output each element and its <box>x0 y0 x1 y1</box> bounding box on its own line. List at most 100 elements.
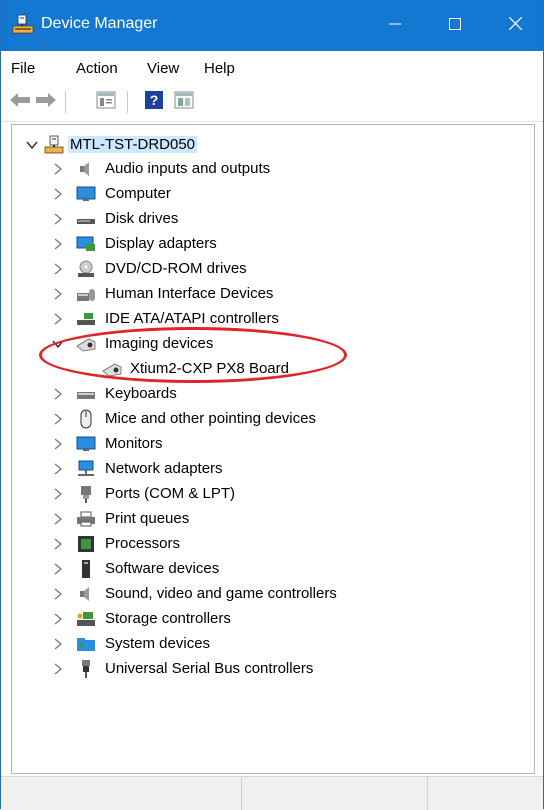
tree-item-label: Processors <box>105 535 181 552</box>
chevron-right-icon[interactable] <box>50 311 66 327</box>
tree-item-display-adapters[interactable]: Display adapters <box>12 232 534 256</box>
camera-icon <box>102 359 122 379</box>
status-segment <box>242 777 428 810</box>
device-tree[interactable]: MTL-TST-DRD050 Audio inputs and outputs … <box>11 124 535 774</box>
tree-item-label: Imaging devices <box>105 335 214 352</box>
forward-arrow-icon <box>35 92 57 112</box>
tree-root-label[interactable]: MTL-TST-DRD050 <box>68 136 198 153</box>
speaker-icon <box>76 159 96 179</box>
tree-item-computer[interactable]: Computer <box>12 182 534 206</box>
chevron-right-icon[interactable] <box>50 286 66 302</box>
help-icon: ? <box>144 90 164 114</box>
menu-help[interactable]: Help <box>204 60 235 77</box>
tree-item-usb-controllers[interactable]: Universal Serial Bus controllers <box>12 657 534 681</box>
device-manager-window: Device Manager File Action View Help ? M… <box>0 0 544 810</box>
toolbar: ? <box>1 85 543 122</box>
status-bar <box>1 776 543 810</box>
tree-item-ports[interactable]: Ports (COM & LPT) <box>12 482 534 506</box>
help-button[interactable]: ? <box>141 89 167 115</box>
port-icon <box>76 484 96 504</box>
status-segment <box>1 777 242 810</box>
toolbar-separator <box>65 91 66 113</box>
chevron-right-icon[interactable] <box>50 261 66 277</box>
menu-view[interactable]: View <box>147 60 179 77</box>
network-icon <box>76 459 96 479</box>
disk-drive-icon <box>76 209 96 229</box>
ide-controller-icon <box>76 309 96 329</box>
chevron-right-icon[interactable] <box>50 486 66 502</box>
chevron-right-icon[interactable] <box>50 511 66 527</box>
tree-item-monitors[interactable]: Monitors <box>12 432 534 456</box>
tree-item-label: Audio inputs and outputs <box>105 160 271 177</box>
menu-action[interactable]: Action <box>76 60 118 77</box>
hid-icon <box>76 284 96 304</box>
tree-item-ide[interactable]: IDE ATA/ATAPI controllers <box>12 307 534 331</box>
tree-item-mice[interactable]: Mice and other pointing devices <box>12 407 534 431</box>
tree-item-keyboards[interactable]: Keyboards <box>12 382 534 406</box>
tree-item-label: Software devices <box>105 560 220 577</box>
chevron-down-icon[interactable] <box>50 336 66 352</box>
keyboard-icon <box>76 384 96 404</box>
chevron-right-icon[interactable] <box>50 436 66 452</box>
minimize-button[interactable] <box>365 0 425 51</box>
tree-item-system-devices[interactable]: System devices <box>12 632 534 656</box>
chevron-right-icon[interactable] <box>50 536 66 552</box>
show-hidden-button[interactable] <box>171 89 197 115</box>
tree-item-processors[interactable]: Processors <box>12 532 534 556</box>
maximize-button[interactable] <box>425 0 485 51</box>
chevron-right-icon[interactable] <box>50 211 66 227</box>
tree-item-network[interactable]: Network adapters <box>12 457 534 481</box>
chevron-down-icon[interactable] <box>24 137 40 153</box>
software-device-icon <box>76 559 96 579</box>
tree-item-label: DVD/CD-ROM drives <box>105 260 247 277</box>
speaker-icon <box>76 584 96 604</box>
close-button[interactable] <box>485 0 544 51</box>
tree-item-dvd-drives[interactable]: DVD/CD-ROM drives <box>12 257 534 281</box>
chevron-right-icon[interactable] <box>50 661 66 677</box>
tree-item-label: Storage controllers <box>105 610 231 627</box>
tree-item-label: Display adapters <box>105 235 217 252</box>
chevron-right-icon[interactable] <box>50 161 66 177</box>
chevron-right-icon[interactable] <box>50 236 66 252</box>
tree-item-hid[interactable]: Human Interface Devices <box>12 282 534 306</box>
forward-button[interactable] <box>33 89 59 115</box>
tree-item-label: Universal Serial Bus controllers <box>105 660 314 677</box>
tree-item-label: Computer <box>105 185 171 202</box>
chevron-right-icon[interactable] <box>50 461 66 477</box>
chevron-right-icon[interactable] <box>50 586 66 602</box>
processor-icon <box>76 534 96 554</box>
computer-network-icon <box>44 135 64 155</box>
show-hidden-icon <box>174 91 194 113</box>
chevron-right-icon[interactable] <box>50 186 66 202</box>
svg-text:?: ? <box>150 92 159 108</box>
tree-item-xtium-board[interactable]: Xtium2-CXP PX8 Board <box>12 357 534 381</box>
minimize-icon <box>389 17 401 34</box>
tree-item-disk-drives[interactable]: Disk drives <box>12 207 534 231</box>
back-arrow-icon <box>9 92 31 112</box>
title-bar[interactable]: Device Manager <box>1 0 543 51</box>
tree-item-imaging-devices[interactable]: Imaging devices <box>12 332 534 356</box>
tree-item-label: Xtium2-CXP PX8 Board <box>130 360 289 377</box>
monitor-icon <box>76 434 96 454</box>
chevron-right-icon[interactable] <box>50 611 66 627</box>
menu-file[interactable]: File <box>11 60 35 77</box>
tree-item-sound-video[interactable]: Sound, video and game controllers <box>12 582 534 606</box>
chevron-right-icon[interactable] <box>50 561 66 577</box>
tree-root[interactable]: MTL-TST-DRD050 <box>12 133 534 157</box>
device-manager-icon <box>12 14 34 36</box>
monitor-icon <box>76 184 96 204</box>
tree-item-software-devices[interactable]: Software devices <box>12 557 534 581</box>
tree-item-label: Keyboards <box>105 385 177 402</box>
system-folder-icon <box>76 634 96 654</box>
menu-bar: File Action View Help <box>1 51 543 85</box>
display-adapter-icon <box>76 234 96 254</box>
tree-item-storage-controllers[interactable]: Storage controllers <box>12 607 534 631</box>
tree-item-audio[interactable]: Audio inputs and outputs <box>12 157 534 181</box>
properties-button[interactable] <box>93 89 119 115</box>
back-button[interactable] <box>7 89 33 115</box>
tree-item-print-queues[interactable]: Print queues <box>12 507 534 531</box>
chevron-right-icon[interactable] <box>50 411 66 427</box>
tree-item-label: IDE ATA/ATAPI controllers <box>105 310 279 327</box>
chevron-right-icon[interactable] <box>50 386 66 402</box>
chevron-right-icon[interactable] <box>50 636 66 652</box>
